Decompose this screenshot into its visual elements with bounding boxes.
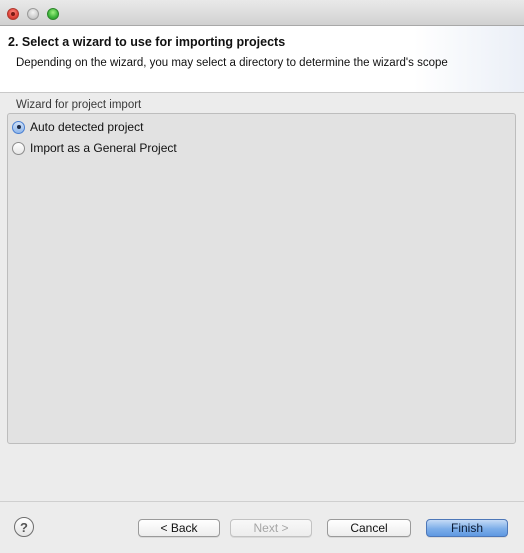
page-description: Depending on the wizard, you may select … (16, 57, 448, 69)
next-button: Next > (230, 519, 312, 537)
wizard-header: 2. Select a wizard to use for importing … (0, 26, 524, 93)
radio-button-selected[interactable] (12, 120, 25, 134)
close-window-button[interactable] (7, 8, 19, 20)
minimize-window-button[interactable] (27, 8, 39, 20)
back-button[interactable]: < Back (138, 519, 220, 537)
cancel-button[interactable]: Cancel (327, 519, 411, 537)
help-glyph: ? (20, 519, 28, 535)
footer-divider (0, 501, 524, 502)
radio-option-label: Auto detected project (30, 120, 144, 134)
page-title: 2. Select a wizard to use for importing … (8, 35, 286, 49)
title-bar[interactable] (0, 0, 524, 26)
radio-option-general-project[interactable]: Import as a General Project (12, 140, 177, 156)
wizard-options-group: Auto detected project Import as a Genera… (7, 113, 516, 444)
radio-option-label: Import as a General Project (30, 141, 177, 155)
maximize-window-button[interactable] (47, 8, 59, 20)
group-label: Wizard for project import (16, 99, 142, 111)
import-wizard-window: 2. Select a wizard to use for importing … (0, 0, 524, 553)
radio-option-auto-detected[interactable]: Auto detected project (12, 119, 143, 135)
finish-button[interactable]: Finish (426, 519, 508, 537)
radio-button-unselected[interactable] (12, 141, 25, 155)
help-icon[interactable]: ? (14, 517, 34, 537)
